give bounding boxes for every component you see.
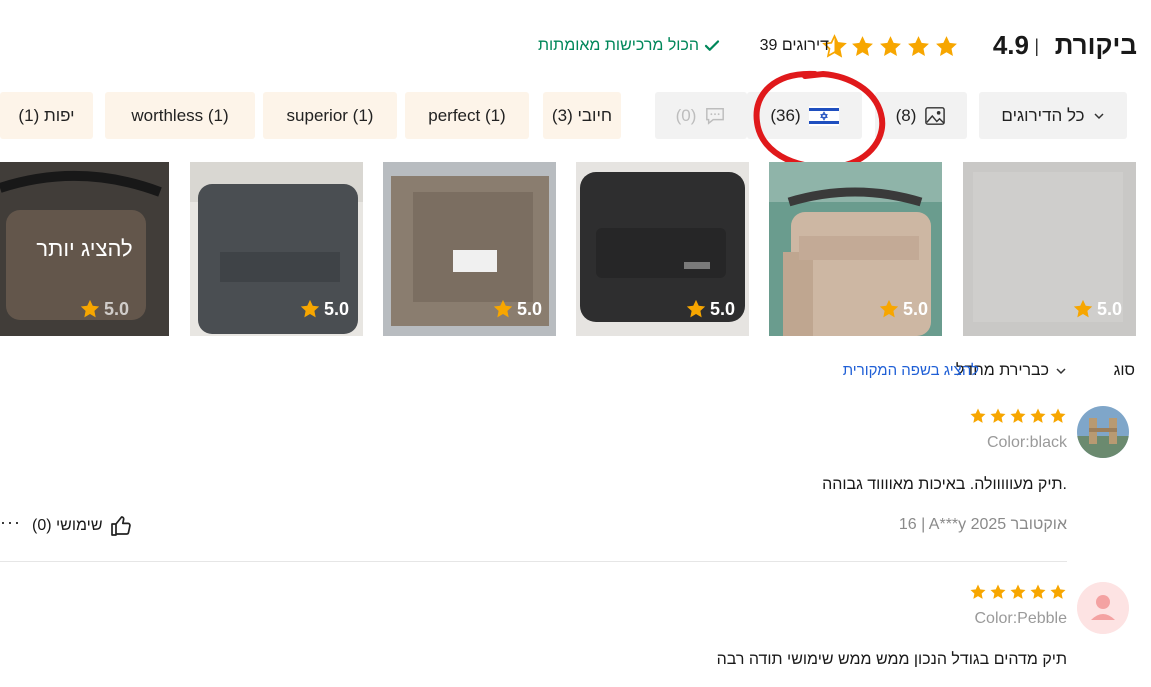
star-icon <box>300 299 320 318</box>
photo-score-value: 5.0 <box>902 298 928 319</box>
avatar <box>1077 406 1129 458</box>
review-photo[interactable]: 5.0 <box>190 162 363 336</box>
default-avatar-icon <box>1077 582 1129 634</box>
filter-tag[interactable]: חיובי (3) <box>543 92 621 139</box>
review-stars <box>969 407 1067 425</box>
thumbs-up-icon <box>110 516 131 536</box>
photo-score-value: 5.0 <box>1096 298 1122 319</box>
photo-score: 5.0 <box>1072 298 1122 320</box>
filter-with-comments[interactable]: (0) <box>655 92 747 139</box>
helpful-label: שימושי (0) <box>32 517 103 534</box>
photo-score-value: 5.0 <box>103 298 129 319</box>
star-icon <box>990 584 1006 599</box>
reviews-title: ביקורת <box>1054 30 1137 60</box>
review-divider <box>0 561 1067 562</box>
star-icon <box>1010 584 1026 599</box>
filter-all-label: כל הדירוגים <box>1001 105 1085 125</box>
photo-score-value: 5.0 <box>516 298 542 319</box>
review-photo[interactable]: 5.0 <box>383 162 556 336</box>
chevron-down-icon <box>1094 112 1104 119</box>
verified-text: הכול מרכישות מאומתות <box>537 37 699 54</box>
star-icon <box>1050 408 1066 423</box>
star-icon <box>1050 584 1066 599</box>
star-icon <box>880 36 901 56</box>
more-options-icon[interactable]: ··· <box>0 512 21 533</box>
filter-tag-label: חיובי (3) <box>551 105 613 125</box>
star-icon <box>879 299 899 318</box>
helpful-button[interactable]: שימושי (0) <box>32 514 133 538</box>
image-icon <box>925 106 946 125</box>
star-icon <box>852 36 873 56</box>
filter-tag[interactable]: superior (1) <box>263 92 397 139</box>
review-photo[interactable]: 5.0 <box>963 162 1136 336</box>
filter-all-ratings[interactable]: כל הדירוגים <box>979 92 1127 139</box>
avatar <box>1077 582 1129 634</box>
comment-icon <box>706 107 725 125</box>
verified-purchases: הכול מרכישות מאומתות <box>538 37 721 55</box>
filter-tag[interactable]: worthless (1) <box>105 92 255 139</box>
title-separator: | <box>1034 36 1039 56</box>
photos-count: (8) <box>895 105 917 125</box>
star-icon <box>990 408 1006 423</box>
avatar-image <box>1077 406 1129 458</box>
star-icon <box>1010 408 1026 423</box>
review-meta: 16 | A***y אוקטובר 2025 <box>898 516 1067 533</box>
photo-score: 5.0 <box>685 298 735 320</box>
chevron-down-icon <box>1056 368 1066 375</box>
star-icon <box>1030 408 1046 423</box>
review-text: תיק מעווווולה. באיכות מאווווד גבוהה. <box>822 476 1067 493</box>
photo-score: 5.0 <box>79 298 129 320</box>
average-rating: 4.9 <box>992 30 1029 60</box>
rating-stars <box>822 34 959 59</box>
comments-count: (0) <box>675 105 697 125</box>
filter-tag-label: perfect (1) <box>428 105 506 125</box>
review-text: תיק מדהים בגודל הנכון ממש ממש שימושי תוד… <box>716 651 1067 668</box>
review-variant: Color:black <box>986 434 1067 451</box>
filter-tag-label: worthless (1) <box>131 105 229 125</box>
photo-score-value: 5.0 <box>709 298 735 319</box>
star-icon <box>686 299 706 318</box>
review-variant: Color:Pebble <box>974 610 1068 627</box>
star-icon <box>1073 299 1093 318</box>
review-stars <box>969 583 1067 601</box>
photo-score: 5.0 <box>492 298 542 320</box>
rating-count: 39 דירוגים <box>759 37 829 54</box>
star-icon <box>936 36 957 56</box>
show-original-language-link[interactable]: להציג בשפה המקורית <box>843 362 979 379</box>
check-icon <box>704 40 720 51</box>
review-photo-more[interactable]: להציג יותר 5.0 <box>0 162 169 336</box>
photo-score-value: 5.0 <box>323 298 349 319</box>
star-icon <box>493 299 513 318</box>
photo-score: 5.0 <box>878 298 928 320</box>
star-icon <box>1030 584 1046 599</box>
star-icon <box>908 36 929 56</box>
sort-label: סוג <box>1113 362 1135 379</box>
filter-tag-label: superior (1) <box>286 105 374 125</box>
review-photo[interactable]: 5.0 <box>576 162 749 336</box>
star-icon <box>80 299 100 318</box>
star-icon <box>970 584 986 599</box>
photo-score: 5.0 <box>299 298 349 320</box>
filter-tag-label: יפות (1) <box>18 105 75 125</box>
filter-tag[interactable]: יפות (1) <box>0 92 93 139</box>
star-icon <box>970 408 986 423</box>
review-photo[interactable]: 5.0 <box>769 162 942 336</box>
filter-tag[interactable]: perfect (1) <box>405 92 529 139</box>
